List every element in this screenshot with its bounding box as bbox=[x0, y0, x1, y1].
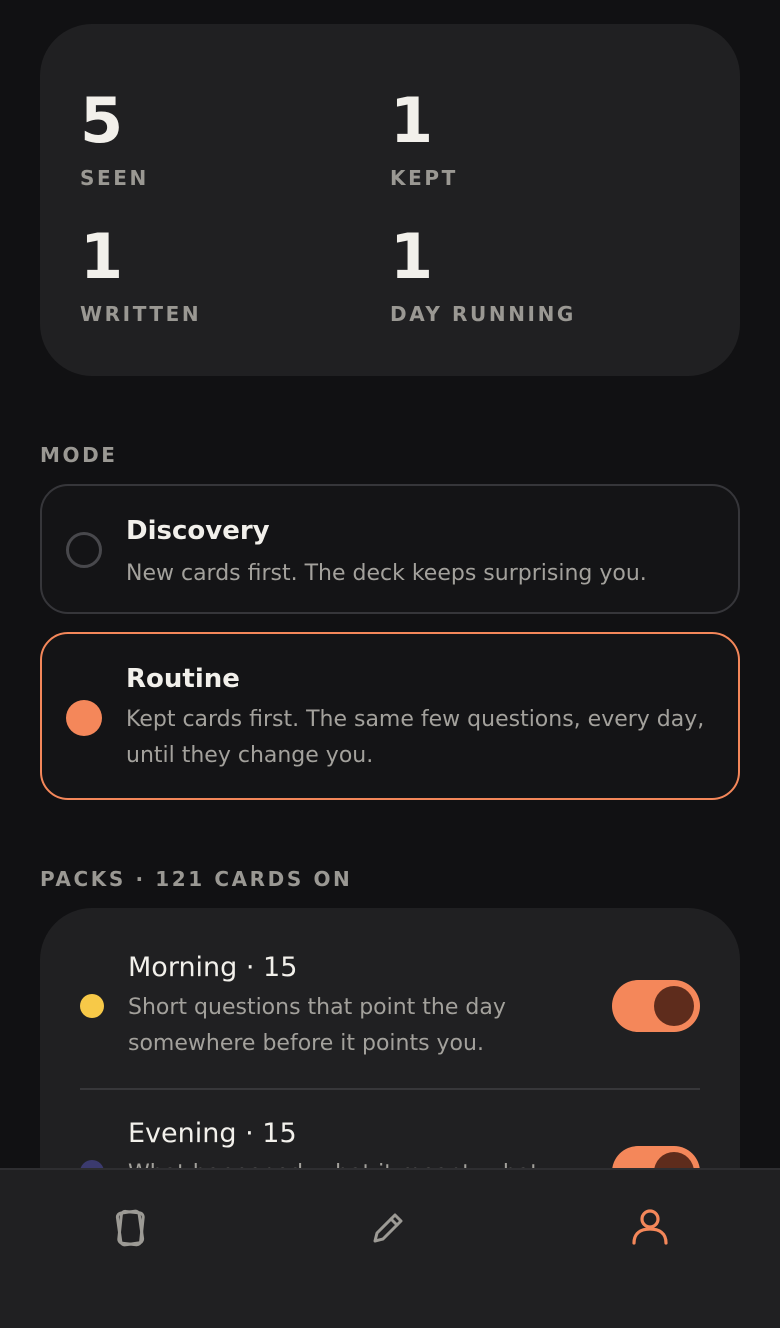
stat-kept: 1 KEPT bbox=[390, 84, 458, 191]
divider bbox=[80, 1088, 700, 1090]
pack-color-dot bbox=[80, 994, 104, 1018]
mode-option-routine[interactable]: Routine Kept cards first. The same few q… bbox=[40, 632, 740, 800]
stat-value: 1 bbox=[80, 220, 123, 293]
stat-day-running: 1 DAY RUNNING bbox=[390, 220, 576, 327]
nav-cards-button[interactable] bbox=[102, 1200, 158, 1256]
stat-label: KEPT bbox=[390, 166, 458, 190]
stat-value: 5 bbox=[80, 84, 123, 157]
stat-label: DAY RUNNING bbox=[390, 302, 576, 326]
mode-section-label: MODE bbox=[40, 443, 118, 467]
bottom-nav bbox=[0, 1168, 780, 1328]
pack-title: Evening · 15 bbox=[128, 1118, 297, 1149]
stats-card: 5 SEEN 1 KEPT 1 WRITTEN 1 DAY RUNNING bbox=[40, 24, 740, 376]
stat-value: 1 bbox=[390, 84, 433, 157]
pack-color-dot bbox=[80, 1160, 104, 1168]
pack-toggle[interactable] bbox=[612, 980, 700, 1032]
scroll-content[interactable]: 5 SEEN 1 KEPT 1 WRITTEN 1 DAY RUNNING MO… bbox=[0, 0, 780, 1168]
profile-icon bbox=[632, 1209, 668, 1245]
nav-write-button[interactable] bbox=[360, 1200, 416, 1256]
pencil-icon bbox=[373, 1213, 403, 1243]
nav-profile-button[interactable] bbox=[622, 1200, 678, 1256]
mode-title: Routine bbox=[126, 664, 240, 694]
packs-section-label: PACKS · 121 CARDS ON bbox=[40, 867, 353, 891]
toggle-knob bbox=[654, 986, 694, 1026]
toggle-knob bbox=[654, 1152, 694, 1168]
mode-description: New cards first. The deck keeps surprisi… bbox=[126, 561, 647, 586]
mode-description: Kept cards first. The same few questions… bbox=[126, 707, 705, 768]
pack-title: Morning · 15 bbox=[128, 952, 298, 983]
pack-toggle[interactable] bbox=[612, 1146, 700, 1168]
cards-icon bbox=[115, 1209, 145, 1247]
mode-title: Discovery bbox=[126, 516, 270, 546]
stat-label: SEEN bbox=[80, 166, 149, 190]
stat-written: 1 WRITTEN bbox=[80, 220, 202, 327]
profile-screen: 5 SEEN 1 KEPT 1 WRITTEN 1 DAY RUNNING MO… bbox=[0, 0, 780, 1328]
mode-option-discovery[interactable]: Discovery New cards first. The deck keep… bbox=[40, 484, 740, 614]
stat-value: 1 bbox=[390, 220, 433, 293]
stat-seen: 5 SEEN bbox=[80, 84, 149, 191]
radio-icon bbox=[66, 532, 102, 568]
packs-card: Morning · 15 Short questions that point … bbox=[40, 908, 740, 1168]
pack-description: What happened, what it meant, what bbox=[128, 1156, 568, 1168]
stat-label: WRITTEN bbox=[80, 302, 202, 326]
radio-selected-icon bbox=[66, 700, 102, 736]
pack-description: Short questions that point the day somew… bbox=[128, 995, 506, 1056]
